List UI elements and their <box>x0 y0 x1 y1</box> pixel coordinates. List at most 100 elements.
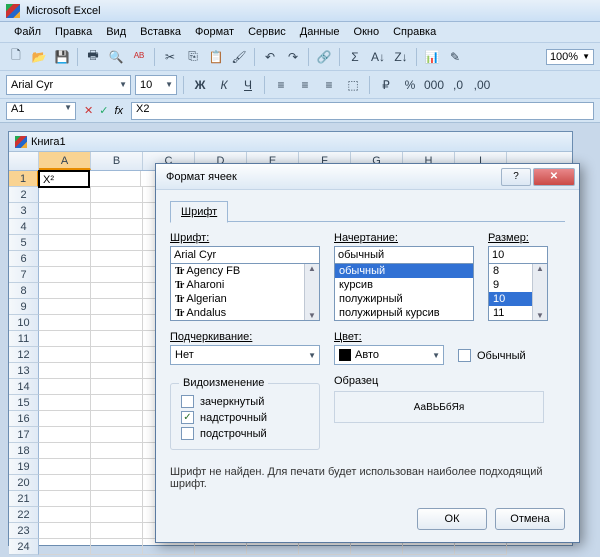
font-style-input[interactable] <box>334 246 474 264</box>
row-header[interactable]: 23 <box>9 523 39 539</box>
row-header[interactable]: 14 <box>9 379 39 395</box>
col-header[interactable]: B <box>91 152 143 170</box>
row-header[interactable]: 19 <box>9 459 39 475</box>
workbook-titlebar[interactable]: Книга1 <box>9 132 572 152</box>
cell[interactable] <box>39 251 91 267</box>
enter-formula-icon[interactable]: ✓ <box>99 104 108 117</box>
zoom-combo[interactable]: 100%▼ <box>546 49 594 65</box>
cell[interactable] <box>91 507 143 523</box>
cell[interactable] <box>91 379 143 395</box>
menu-data[interactable]: Данные <box>294 24 346 40</box>
open-icon[interactable]: 📂 <box>29 47 49 67</box>
align-center-icon[interactable]: ≡ <box>295 75 315 95</box>
row-header[interactable]: 3 <box>9 203 39 219</box>
row-header[interactable]: 20 <box>9 475 39 491</box>
row-header[interactable]: 9 <box>9 299 39 315</box>
italic-icon[interactable]: К <box>214 75 234 95</box>
menu-view[interactable]: Вид <box>100 24 132 40</box>
cell[interactable] <box>39 267 91 283</box>
dialog-close-button[interactable]: ✕ <box>533 168 575 186</box>
chart-icon[interactable]: 📊 <box>422 47 442 67</box>
cell[interactable] <box>39 459 91 475</box>
decimal-dec-icon[interactable]: ,00 <box>472 75 492 95</box>
cell[interactable] <box>91 235 143 251</box>
cell[interactable] <box>39 507 91 523</box>
menu-window[interactable]: Окно <box>348 24 386 40</box>
size-listbox[interactable]: 8 9 10 11 <box>488 263 548 321</box>
row-header[interactable]: 10 <box>9 315 39 331</box>
cell[interactable] <box>39 427 91 443</box>
row-header[interactable]: 2 <box>9 187 39 203</box>
currency-icon[interactable]: ₽ <box>376 75 396 95</box>
cell[interactable] <box>89 171 141 187</box>
cell[interactable] <box>39 235 91 251</box>
decimal-inc-icon[interactable]: ,0 <box>448 75 468 95</box>
merge-icon[interactable]: ⬚ <box>343 75 363 95</box>
row-header[interactable]: 1 <box>9 171 39 187</box>
cell[interactable] <box>39 203 91 219</box>
cell[interactable] <box>39 347 91 363</box>
preview-icon[interactable]: 🔍 <box>106 47 126 67</box>
cell[interactable] <box>39 219 91 235</box>
font-listbox[interactable]: TrAgency FB TrAharoni TrAlgerian TrAndal… <box>170 263 320 321</box>
cell[interactable] <box>91 299 143 315</box>
cell[interactable] <box>91 283 143 299</box>
subscript-checkbox[interactable] <box>181 427 194 440</box>
cell[interactable] <box>91 459 143 475</box>
row-header[interactable]: 21 <box>9 491 39 507</box>
font-name-input[interactable] <box>170 246 320 264</box>
fx-icon[interactable]: fx <box>114 105 123 117</box>
cell[interactable] <box>39 299 91 315</box>
spellcheck-icon[interactable]: ᴬᴮ <box>129 47 149 67</box>
drawing-icon[interactable]: ✎ <box>445 47 465 67</box>
cell[interactable] <box>39 379 91 395</box>
name-box[interactable]: A1 <box>6 102 76 120</box>
tab-font[interactable]: Шрифт <box>170 201 228 223</box>
dialog-help-button[interactable]: ? <box>501 168 531 186</box>
font-size-combo[interactable]: 10 <box>135 75 177 95</box>
cell[interactable]: X² <box>38 170 90 188</box>
row-header[interactable]: 13 <box>9 363 39 379</box>
sort-asc-icon[interactable]: A↓ <box>368 47 388 67</box>
menu-edit[interactable]: Правка <box>49 24 98 40</box>
save-icon[interactable]: 💾 <box>52 47 72 67</box>
normal-checkbox[interactable] <box>458 349 471 362</box>
row-header[interactable]: 15 <box>9 395 39 411</box>
row-header[interactable]: 6 <box>9 251 39 267</box>
redo-icon[interactable]: ↷ <box>283 47 303 67</box>
row-header[interactable]: 24 <box>9 539 39 555</box>
cell[interactable] <box>91 539 143 555</box>
cell[interactable] <box>39 523 91 539</box>
cell[interactable] <box>91 491 143 507</box>
style-listbox[interactable]: обычный курсив полужирный полужирный кур… <box>334 263 474 321</box>
cell[interactable] <box>39 331 91 347</box>
row-header[interactable]: 7 <box>9 267 39 283</box>
cell[interactable] <box>39 395 91 411</box>
cell[interactable] <box>91 427 143 443</box>
scrollbar[interactable] <box>304 264 319 320</box>
cell[interactable] <box>91 203 143 219</box>
superscript-checkbox[interactable]: ✓ <box>181 411 194 424</box>
align-left-icon[interactable]: ≡ <box>271 75 291 95</box>
cell[interactable] <box>91 251 143 267</box>
cancel-formula-icon[interactable]: ✕ <box>84 104 93 117</box>
cell[interactable] <box>91 523 143 539</box>
font-name-combo[interactable]: Arial Cyr <box>6 75 131 95</box>
cell[interactable] <box>39 443 91 459</box>
row-header[interactable]: 17 <box>9 427 39 443</box>
select-all-corner[interactable] <box>9 152 39 170</box>
menu-file[interactable]: Файл <box>8 24 47 40</box>
strike-checkbox[interactable] <box>181 395 194 408</box>
menu-help[interactable]: Справка <box>387 24 442 40</box>
dialog-titlebar[interactable]: Формат ячеек ? ✕ <box>156 164 579 190</box>
copy-icon[interactable]: ⎘ <box>183 47 203 67</box>
print-icon[interactable]: 🖶 <box>83 47 103 67</box>
cell[interactable] <box>39 283 91 299</box>
cancel-button[interactable]: Отмена <box>495 508 565 530</box>
menu-format[interactable]: Формат <box>189 24 240 40</box>
new-icon[interactable]: 🗋 <box>6 47 26 67</box>
cell[interactable] <box>39 363 91 379</box>
row-header[interactable]: 18 <box>9 443 39 459</box>
row-header[interactable]: 5 <box>9 235 39 251</box>
cell[interactable] <box>91 267 143 283</box>
